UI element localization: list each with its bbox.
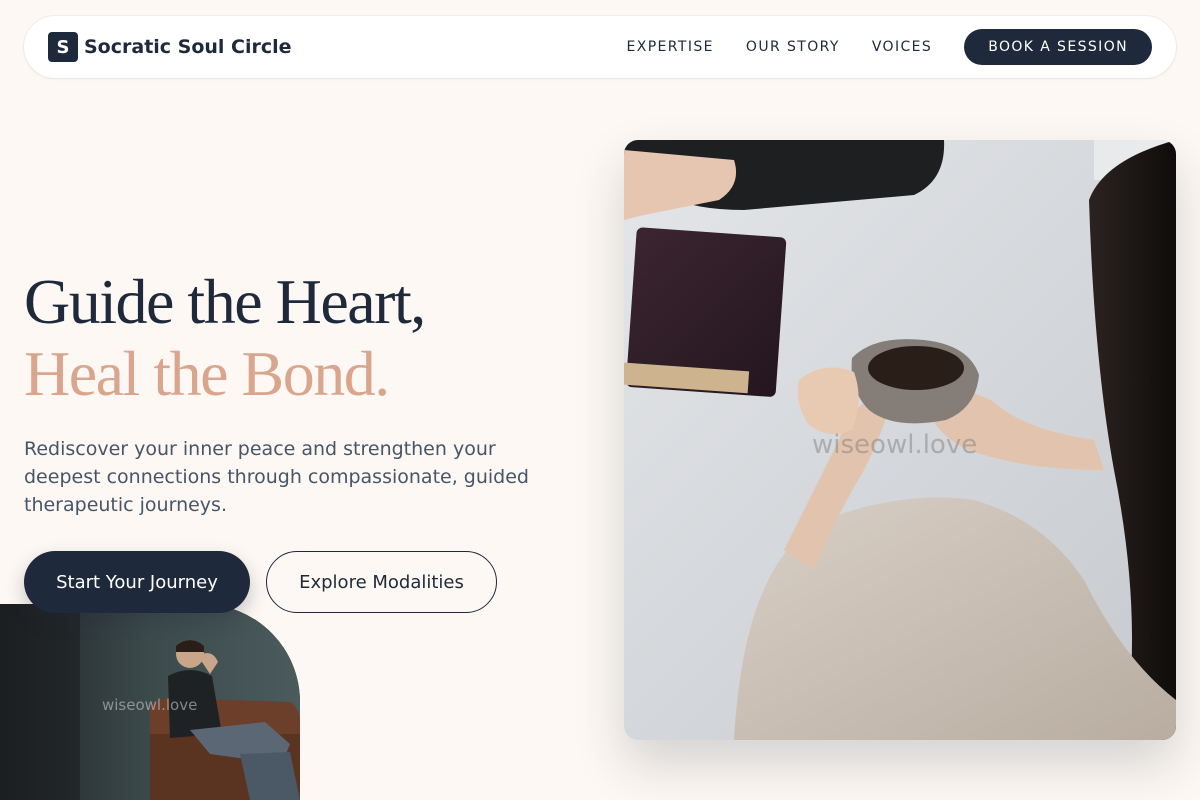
- book-session-button[interactable]: BOOK A SESSION: [964, 29, 1152, 65]
- start-journey-button[interactable]: Start Your Journey: [24, 551, 250, 613]
- logo[interactable]: S Socratic Soul Circle: [48, 32, 292, 62]
- hero-headline: Guide the Heart, Heal the Bond.: [24, 266, 426, 410]
- hero-photo-watermark: wiseowl.love: [812, 430, 978, 460]
- headline-line-2: Heal the Bond.: [24, 338, 390, 409]
- nav-link-our-story[interactable]: OUR STORY: [746, 39, 840, 55]
- nav-link-expertise[interactable]: EXPERTISE: [626, 39, 713, 55]
- top-nav: S Socratic Soul Circle EXPERTISE OUR STO…: [24, 16, 1176, 78]
- brand-name: Socratic Soul Circle: [84, 36, 292, 58]
- headline-line-1: Guide the Heart,: [24, 266, 426, 337]
- nav-links: EXPERTISE OUR STORY VOICES BOOK A SESSIO…: [626, 29, 1152, 65]
- hero-description: Rediscover your inner peace and strength…: [24, 438, 529, 516]
- logo-mark: S: [48, 32, 78, 62]
- side-photo-watermark: wiseowl.love: [102, 696, 198, 714]
- hero-photo: wiseowl.love: [624, 140, 1176, 740]
- explore-modalities-button[interactable]: Explore Modalities: [266, 551, 497, 613]
- side-photo: wiseowl.love: [0, 604, 300, 800]
- nav-link-voices[interactable]: VOICES: [872, 39, 932, 55]
